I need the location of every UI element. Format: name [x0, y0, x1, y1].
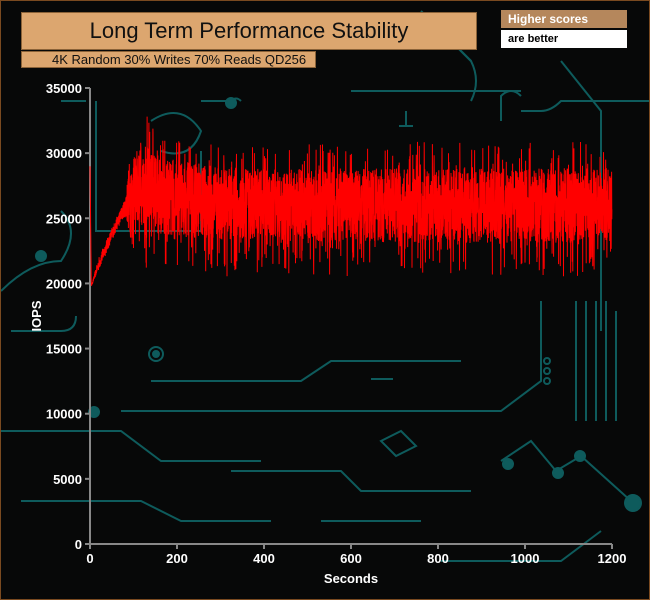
- badge-are-better: are better: [501, 30, 627, 48]
- y-tick-label: 30000: [46, 146, 82, 161]
- y-tick-label: 20000: [46, 276, 82, 291]
- y-tick-label: 25000: [46, 211, 82, 226]
- y-tick-label: 15000: [46, 342, 82, 357]
- x-axis-label: Seconds: [324, 571, 378, 586]
- series-line-iops: [89, 116, 613, 286]
- x-tick-label: 800: [427, 551, 449, 566]
- chart-container: 0 5000 10000 15000 20000 25000 30000 35000 0 200 4…: [0, 0, 650, 600]
- plot-area: [89, 116, 613, 286]
- circuit-background: [1, 10, 649, 562]
- tick-labels: 0 5000 10000 15000 20000 25000 30000 35000 0 200 4…: [46, 81, 627, 566]
- y-tick-label: 5000: [53, 472, 82, 487]
- y-axis-label: IOPS: [29, 300, 44, 331]
- y-tick-label: 0: [75, 537, 82, 552]
- x-tick-label: 600: [340, 551, 362, 566]
- badge-higher-scores: Higher scores: [501, 10, 627, 28]
- y-tick-label: 10000: [46, 407, 82, 422]
- x-tick-label: 0: [86, 551, 93, 566]
- chart-title: Long Term Performance Stability: [21, 12, 477, 50]
- x-tick-label: 200: [166, 551, 188, 566]
- y-tick-label: 35000: [46, 81, 82, 96]
- x-tick-label: 1000: [511, 551, 540, 566]
- x-tick-label: 400: [253, 551, 275, 566]
- chart-svg: 0 5000 10000 15000 20000 25000 30000 35000 0 200 4…: [1, 10, 649, 586]
- chart-subtitle: 4K Random 30% Writes 70% Reads QD256: [21, 51, 316, 68]
- x-tick-label: 1200: [598, 551, 627, 566]
